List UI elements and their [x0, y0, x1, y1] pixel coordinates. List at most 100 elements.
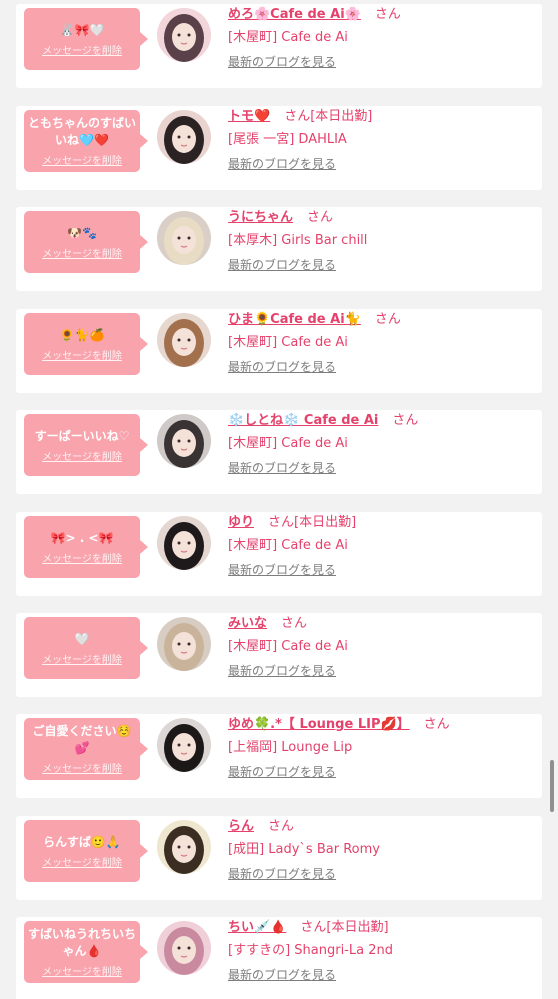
message-bubble: ご自愛ください☺️💕 メッセージを削除 [24, 718, 148, 780]
message-text: 🎀> . <🎀 [50, 530, 114, 545]
list-item: ご自愛ください☺️💕 メッセージを削除 ゆめ🍀.*【 Lounge LIP💋】さ… [16, 714, 542, 798]
honorific-label: さん [307, 210, 334, 225]
list-item: 🐶🐾 メッセージを削除 うにちゃん さん [本厚木] Girls Bar chil… [16, 207, 542, 291]
avatar-portrait-icon [157, 617, 211, 671]
cast-name-link[interactable]: ゆめ🍀.*【 Lounge LIP💋】 [228, 717, 410, 732]
avatar-portrait-icon [157, 211, 211, 265]
message-text: すばいねうれちいちゃん🩸 [28, 927, 137, 958]
cast-info: らん さん [成田] Lady`s Bar Romy 最新のブログを見る [228, 816, 533, 887]
message-bubble: 🐶🐾 メッセージを削除 [24, 211, 148, 273]
avatar[interactable] [157, 921, 211, 975]
avatar-portrait-icon [157, 516, 211, 570]
avatar-portrait-icon [157, 110, 211, 164]
message-bubble: 🎀> . <🎀 メッセージを削除 [24, 516, 148, 578]
cast-name-link[interactable]: トモ❤️ [228, 109, 270, 124]
cast-info: ゆめ🍀.*【 Lounge LIP💋】 さん [上福岡] Lounge Lip 最… [228, 714, 533, 785]
delete-message-link[interactable]: メッセージを削除 [42, 448, 122, 463]
honorific-label: さん [374, 7, 401, 22]
cast-info: みいな さん [木屋町] Cafe de Ai 最新のブログを見る [228, 613, 533, 684]
delete-message-link[interactable]: メッセージを削除 [42, 42, 122, 57]
latest-blog-link[interactable]: 最新のブログを見る [228, 252, 533, 278]
cast-info: ちい💉🩸 さん[本日出勤] [すすきの] Shangri-La 2nd 最新のブロ… [228, 917, 533, 988]
latest-blog-link[interactable]: 最新のブログを見る [228, 151, 533, 177]
message-text: ともちゃんのすばいいね🩵❤️ [28, 116, 137, 147]
list-item: 🎀> . <🎀 メッセージを削除 ゆり さん[本日出勤] [木屋町] Cafe d… [16, 512, 542, 596]
message-text: 🐶🐾 [67, 225, 97, 240]
latest-blog-link[interactable]: 最新のブログを見る [228, 557, 533, 583]
message-bubble: すーぱーいいね♡ メッセージを削除 [24, 414, 148, 476]
delete-message-link[interactable]: メッセージを削除 [42, 152, 122, 167]
cast-name-link[interactable]: ちい💉🩸 [228, 920, 286, 935]
cast-name-link[interactable]: ❄️しとね❄️ Cafe de Ai [228, 413, 378, 428]
latest-blog-link[interactable]: 最新のブログを見る [228, 759, 533, 785]
list-item: らんすば🙂🙏 メッセージを削除 らん さん [成田] Lady`s Bar Rom… [16, 816, 542, 900]
delete-message-link[interactable]: メッセージを削除 [42, 854, 122, 869]
message-bubble: らんすば🙂🙏 メッセージを削除 [24, 820, 148, 882]
message-bubble: 🐰🎀🤍 メッセージを削除 [24, 8, 148, 70]
avatar[interactable] [157, 718, 211, 772]
shop-label: [本厚木] Girls Bar chill [228, 233, 368, 248]
message-text: 🤍 [74, 631, 90, 646]
shop-label: [木屋町] Cafe de Ai [228, 639, 348, 654]
avatar[interactable] [157, 617, 211, 671]
latest-blog-link[interactable]: 最新のブログを見る [228, 455, 533, 481]
list-item: ともちゃんのすばいいね🩵❤️ メッセージを削除 トモ❤️ さん[本日出勤] [尾張… [16, 106, 542, 190]
list-item: 🌻🐈🍊 メッセージを削除 ひま🌻Cafe de Ai🐈さん [木屋町] Caf [16, 309, 542, 393]
cast-info: トモ❤️ さん[本日出勤] [尾張 一宮] DAHLIA 最新のブログを見る [228, 106, 533, 177]
delete-message-link[interactable]: メッセージを削除 [42, 245, 122, 260]
avatar-portrait-icon [157, 414, 211, 468]
shop-label: [尾張 一宮] DAHLIA [228, 132, 347, 147]
cast-name-link[interactable]: ひま🌻Cafe de Ai🐈 [228, 312, 361, 327]
message-text: すーぱーいいね♡ [34, 428, 130, 443]
avatar[interactable] [157, 110, 211, 164]
status-badge: [本日出勤] [310, 109, 373, 124]
message-bubble: すばいねうれちいちゃん🩸 メッセージを削除 [24, 921, 148, 983]
cast-name-link[interactable]: ゆり [228, 515, 254, 530]
avatar[interactable] [157, 414, 211, 468]
latest-blog-link[interactable]: 最新のブログを見る [228, 49, 533, 75]
delete-message-link[interactable]: メッセージを削除 [42, 550, 122, 565]
honorific-label: さん [281, 616, 308, 631]
avatar-portrait-icon [157, 718, 211, 772]
message-bubble: 🌻🐈🍊 メッセージを削除 [24, 313, 148, 375]
shop-label: [木屋町] Cafe de Ai [228, 436, 348, 451]
shop-label: [成田] Lady`s Bar Romy [228, 842, 380, 857]
latest-blog-link[interactable]: 最新のブログを見る [228, 861, 533, 887]
favorites-list: 🐰🎀🤍 メッセージを削除 めろ🌸Cafe de Ai🌸さん [木屋町] Caf [0, 0, 558, 999]
cast-info: ひま🌻Cafe de Ai🐈 さん [木屋町] Cafe de Ai 最新のブログ… [228, 309, 533, 380]
list-item: すーぱーいいね♡ メッセージを削除 ❄️しとね❄️ Cafe de Ai さん [… [16, 410, 542, 494]
honorific-label: さん [392, 413, 419, 428]
latest-blog-link[interactable]: 最新のブログを見る [228, 658, 533, 684]
shop-label: [木屋町] Cafe de Ai [228, 335, 348, 350]
cast-name-link[interactable]: みいな [228, 616, 267, 631]
delete-message-link[interactable]: メッセージを削除 [42, 963, 122, 978]
message-text: ご自愛ください☺️💕 [32, 724, 132, 755]
latest-blog-link[interactable]: 最新のブログを見る [228, 354, 533, 380]
scrollbar[interactable] [550, 760, 554, 812]
delete-message-link[interactable]: メッセージを削除 [42, 347, 122, 362]
avatar[interactable] [157, 516, 211, 570]
avatar[interactable] [157, 8, 211, 62]
honorific-label: さん [374, 312, 401, 327]
cast-name-link[interactable]: うにちゃん [228, 210, 293, 225]
shop-label: [木屋町] Cafe de Ai [228, 538, 348, 553]
avatar-portrait-icon [157, 820, 211, 874]
shop-label: [すすきの] Shangri-La 2nd [228, 943, 393, 958]
message-bubble: 🤍 メッセージを削除 [24, 617, 148, 679]
cast-info: ❄️しとね❄️ Cafe de Ai さん [木屋町] Cafe de Ai 最新… [228, 410, 533, 481]
honorific-label: さん [300, 920, 327, 935]
delete-message-link[interactable]: メッセージを削除 [42, 651, 122, 666]
avatar-portrait-icon [157, 921, 211, 975]
shop-label: [上福岡] Lounge Lip [228, 740, 353, 755]
list-item: 🤍 メッセージを削除 みいな さん [木屋町] Cafe de Ai 最新のブロ… [16, 613, 542, 697]
latest-blog-link[interactable]: 最新のブログを見る [228, 962, 533, 988]
avatar[interactable] [157, 313, 211, 367]
delete-message-link[interactable]: メッセージを削除 [42, 760, 122, 775]
cast-name-link[interactable]: らん [228, 819, 254, 834]
cast-info: めろ🌸Cafe de Ai🌸 さん [木屋町] Cafe de Ai 最新のブログ… [228, 4, 533, 75]
avatar[interactable] [157, 820, 211, 874]
avatar[interactable] [157, 211, 211, 265]
message-text: らんすば🙂🙏 [43, 834, 121, 849]
message-text: 🐰🎀🤍 [59, 22, 105, 37]
cast-name-link[interactable]: めろ🌸Cafe de Ai🌸 [228, 7, 361, 22]
